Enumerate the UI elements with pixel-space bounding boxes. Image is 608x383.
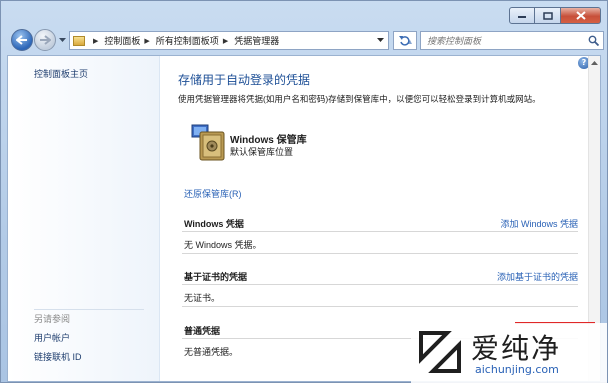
watermark-name: 爱纯净	[471, 332, 562, 365]
maximize-icon[interactable]	[535, 7, 561, 24]
address-dropdown-icon[interactable]	[377, 36, 384, 46]
breadcrumb-separator-icon[interactable]: ▶	[93, 37, 98, 45]
add-windows-credential-link[interactable]: 添加 Windows 凭据	[500, 217, 578, 230]
refresh-icon[interactable]	[393, 31, 417, 50]
section-empty-text: 无普通凭据。	[184, 347, 239, 357]
breadcrumb-all-items[interactable]: 所有控制面板项	[156, 34, 219, 47]
breadcrumb-separator-icon[interactable]: ▶	[223, 37, 228, 45]
section-empty-text: 无 Windows 凭据。	[184, 240, 262, 250]
forward-arrow-icon[interactable]	[34, 29, 56, 51]
watermark-logo-icon	[419, 331, 461, 373]
back-arrow-icon[interactable]	[11, 29, 33, 51]
watermark-url: aichunjing.com	[475, 363, 559, 376]
sidebar-item-user-accounts[interactable]: 用户帐户	[34, 331, 70, 344]
section-empty-text: 无证书。	[184, 293, 221, 303]
window-controls	[509, 7, 601, 24]
restore-vault-link[interactable]: 还原保管库(R)	[184, 187, 242, 200]
page-title: 存储用于自动登录的凭据	[178, 73, 311, 87]
section-title: 基于证书的凭据	[184, 272, 248, 282]
section-title: Windows 凭据	[184, 219, 244, 229]
control-panel-home-link[interactable]: 控制面板主页	[34, 67, 88, 80]
search-input[interactable]	[421, 32, 581, 49]
recent-pages-chevron-icon[interactable]	[59, 36, 66, 46]
navigation-bar: ▶ 控制面板 ▶ 所有控制面板项 ▶ 凭据管理器	[7, 29, 604, 51]
add-certificate-credential-link[interactable]: 添加基于证书的凭据	[497, 270, 578, 283]
title-bar	[1, 1, 607, 29]
breadcrumb-credential-manager[interactable]: 凭据管理器	[234, 34, 279, 47]
section-divider	[182, 306, 578, 307]
control-panel-folder-icon	[73, 35, 85, 46]
breadcrumb-control-panel[interactable]: 控制面板	[104, 34, 140, 47]
control-panel-window: ▶ 控制面板 ▶ 所有控制面板项 ▶ 凭据管理器 控制面板主页 另请参阅 用户帐…	[0, 0, 608, 383]
search-box[interactable]	[420, 31, 604, 50]
search-icon[interactable]	[588, 35, 600, 49]
section-divider	[182, 253, 578, 254]
vault-icon[interactable]	[190, 122, 228, 162]
page-description: 使用凭据管理器将凭据(如用户名和密码)存储到保管库中，以便您可以轻松登录到计算机…	[178, 94, 541, 104]
vault-name[interactable]: Windows 保管库	[230, 131, 307, 146]
close-icon[interactable]	[561, 7, 601, 24]
section-divider	[182, 231, 578, 232]
vault-location: 默认保管库位置	[230, 147, 294, 157]
breadcrumb-separator-icon[interactable]: ▶	[144, 37, 149, 45]
sidebar-item-link-online-id[interactable]: 链接联机 ID	[34, 350, 82, 363]
minimize-icon[interactable]	[509, 7, 535, 24]
section-divider	[182, 284, 578, 285]
see-also-heading: 另请参阅	[34, 314, 71, 324]
section-title: 普通凭据	[184, 326, 221, 336]
sidebar-divider	[34, 309, 144, 310]
sidebar: 控制面板主页 另请参阅 用户帐户 链接联机 ID	[8, 56, 160, 381]
address-bar[interactable]: ▶ 控制面板 ▶ 所有控制面板项 ▶ 凭据管理器	[69, 31, 389, 50]
scroll-up-icon[interactable]	[591, 59, 598, 69]
site-watermark: 爱纯净 aichunjing.com	[411, 323, 607, 383]
